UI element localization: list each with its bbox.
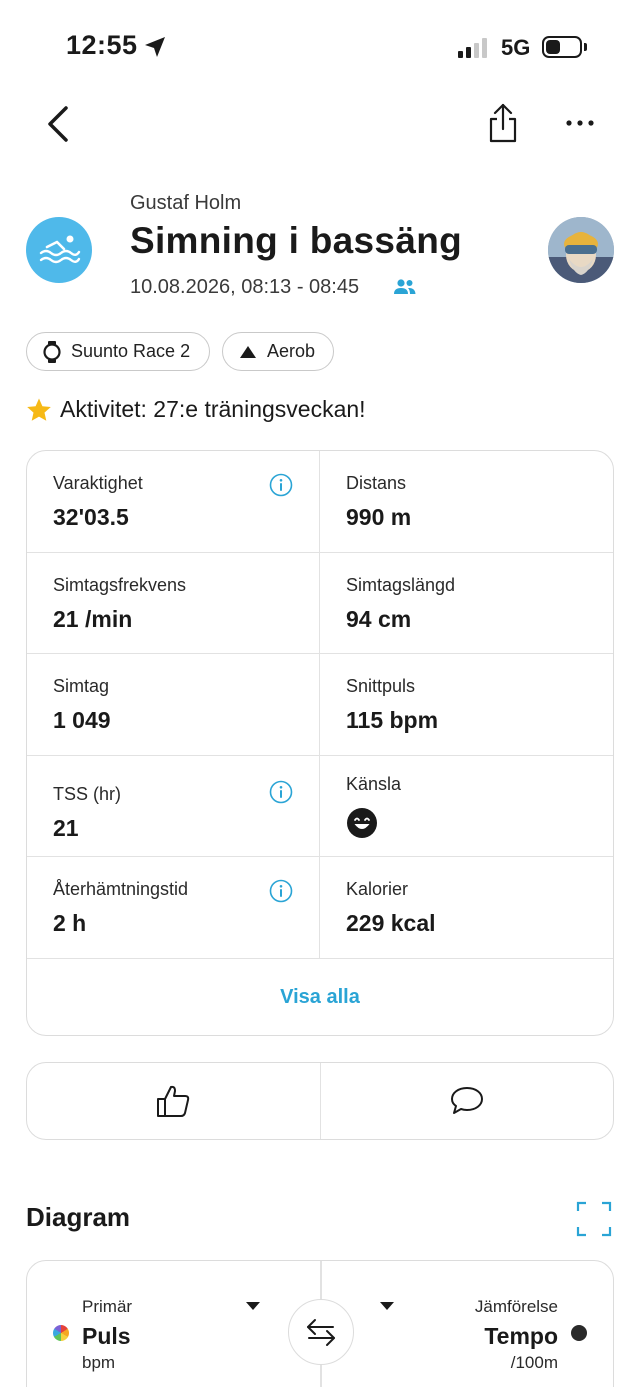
watch-icon: [43, 340, 61, 363]
stat-avg-hr: Snittpuls 115 bpm: [320, 654, 613, 756]
owner-name[interactable]: Gustaf Holm: [130, 192, 241, 215]
back-chevron-icon[interactable]: [40, 104, 76, 144]
diagram-section-title: Diagram: [26, 1202, 131, 1232]
stat-label: Simtagsfrekvens: [53, 574, 187, 595]
info-icon[interactable]: [269, 780, 293, 804]
participants-icon[interactable]: [393, 278, 417, 296]
stat-stroke-length: Simtagslängd 94 cm: [320, 553, 613, 654]
stat-label: Kalorier: [346, 879, 409, 899]
triangle-icon: [240, 345, 256, 358]
stat-value: 21 /min: [53, 605, 133, 632]
info-icon[interactable]: [269, 473, 293, 497]
stat-duration: Varaktighet 32'03.5: [27, 451, 320, 553]
status-bar: 12:55 5G: [0, 0, 640, 90]
user-avatar[interactable]: [548, 217, 614, 283]
achievement-text: Aktivitet: 27:e träningsveckan!: [60, 396, 366, 422]
stat-strokes: Simtag 1 049: [27, 654, 320, 756]
battery-icon: [542, 36, 582, 58]
primary-graph-value[interactable]: Puls: [82, 1323, 131, 1350]
compare-graph-label: Jämförelse: [474, 1297, 558, 1316]
swap-graphs-button[interactable]: [288, 1299, 354, 1365]
device-chip[interactable]: Suunto Race 2: [26, 332, 210, 371]
stat-feeling: Känsla: [320, 756, 613, 857]
smiley-face-icon: [347, 807, 377, 838]
primary-graph-label: Primär: [82, 1297, 133, 1316]
stat-label: Snittpuls: [346, 676, 416, 696]
share-icon[interactable]: [486, 102, 520, 144]
stat-value: 115 bpm: [346, 707, 439, 733]
stat-value: 32'03.5: [53, 504, 129, 530]
more-options-icon[interactable]: [560, 110, 600, 136]
stat-distance: Distans 990 m: [320, 451, 613, 553]
stat-label: Simtagslängd: [346, 574, 456, 595]
swap-arrows-icon: [307, 1319, 335, 1346]
show-all-link[interactable]: Visa alla: [27, 959, 613, 1035]
cellular-signal-icon: [458, 37, 487, 58]
zone-chip-label: Aerob: [267, 341, 316, 361]
battery-tip: [584, 43, 587, 51]
compare-dropdown-caret-icon[interactable]: [380, 1302, 394, 1310]
info-icon[interactable]: [269, 879, 293, 903]
activity-title: Simning i bassäng: [130, 220, 462, 261]
primary-graph-unit: bpm: [82, 1353, 116, 1372]
fullscreen-expand-icon[interactable]: [576, 1201, 612, 1237]
compare-color-dot: [571, 1325, 587, 1341]
thumbs-up-icon: [157, 1085, 190, 1117]
stat-value: 229 kcal: [346, 910, 436, 936]
reactions-bar: [26, 1062, 614, 1140]
stat-stroke-rate: Simtagsfrekvens 21 /min: [27, 552, 320, 654]
stat-recovery: Återhämtningstid 2 h: [27, 857, 320, 959]
achievement-banner: Aktivitet: 27:e träningsveckan!: [26, 396, 366, 423]
swimming-icon: [26, 217, 92, 283]
stat-value: 2 h: [53, 910, 87, 936]
activity-date: 10.08.2026, 08:13 - 08:45: [130, 276, 360, 298]
zone-chip[interactable]: Aerob: [222, 332, 334, 371]
primary-color-dot: [53, 1325, 69, 1341]
stat-calories: Kalorier 229 kcal: [320, 857, 613, 959]
stat-value: 21: [53, 814, 79, 841]
stat-label: Simtag: [53, 676, 110, 696]
network-type: 5G: [501, 35, 531, 60]
stat-value: 990 m: [346, 504, 412, 530]
comment-button[interactable]: [321, 1063, 614, 1139]
compare-graph-value[interactable]: Tempo: [484, 1323, 558, 1350]
primary-dropdown-caret-icon[interactable]: [246, 1302, 260, 1310]
stat-value: 1 049: [53, 707, 111, 733]
stat-value: 94 cm: [346, 605, 412, 632]
compare-graph-unit: /100m: [510, 1353, 558, 1372]
star-icon: [27, 398, 51, 421]
location-arrow-icon: [145, 37, 165, 57]
stat-label: Distans: [346, 473, 407, 493]
like-button[interactable]: [27, 1063, 321, 1139]
graph-selector-card: Primär Puls bpm Jämförelse Tempo /100m: [26, 1260, 614, 1387]
stats-card: Varaktighet 32'03.5 Distans 990 m Simtag…: [26, 450, 614, 1036]
comment-bubble-icon: [450, 1087, 483, 1114]
stat-tss: TSS (hr) 21: [27, 755, 320, 857]
device-chip-label: Suunto Race 2: [71, 341, 191, 361]
status-time: 12:55: [66, 30, 138, 60]
stat-label: Känsla: [346, 773, 402, 794]
